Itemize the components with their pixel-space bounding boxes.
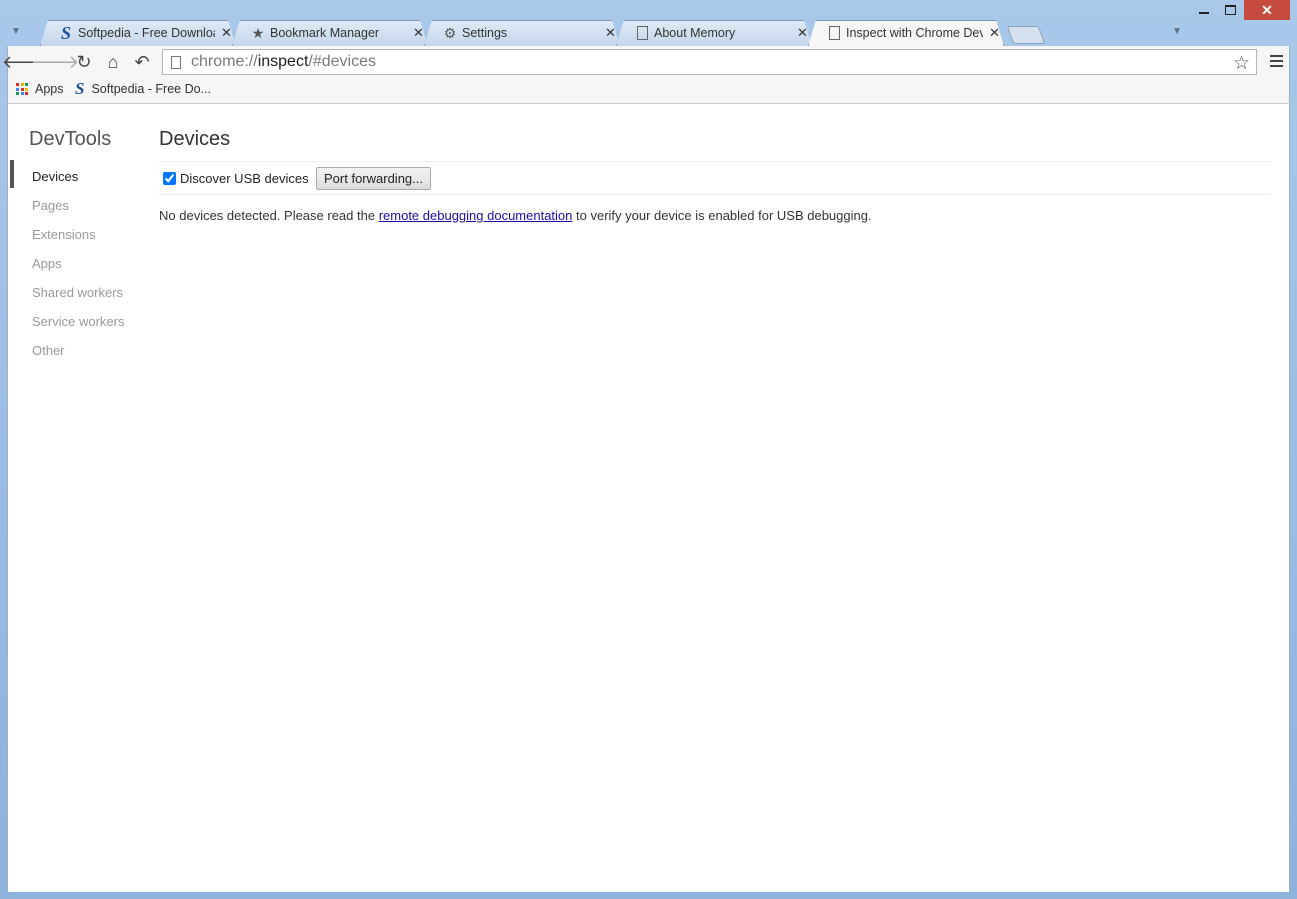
sidebar-item-service-workers[interactable]: Service workers [32, 314, 124, 329]
page-content: DevTools Devices Pages Extensions Apps S… [7, 104, 1290, 892]
softpedia-s-icon: S [75, 79, 85, 98]
tab-strip: ▼ S Softpedia - Free Downloads ✕ ★ Bookm… [7, 20, 1290, 46]
bookmark-star-icon[interactable]: ☆ [1233, 52, 1250, 75]
divider [159, 194, 1270, 195]
tab-close-icon[interactable]: ✕ [605, 25, 616, 41]
bookmark-label: Apps [35, 82, 64, 96]
tab-close-icon[interactable]: ✕ [989, 25, 1000, 41]
tab-softpedia[interactable]: S Softpedia - Free Downloads ✕ [40, 20, 236, 46]
address-bar[interactable]: chrome://inspect/#devices ☆ [162, 49, 1257, 75]
tab-close-icon[interactable]: ✕ [797, 25, 808, 41]
tab-label: About Memory [654, 26, 736, 40]
sidebar-item-apps[interactable]: Apps [32, 256, 62, 271]
star-icon: ★ [251, 24, 265, 41]
tab-inspect[interactable]: Inspect with Chrome Developer Tools ✕ [808, 20, 1004, 46]
home-button[interactable]: ⌂ [102, 51, 124, 73]
page-icon [634, 25, 650, 41]
reload-icon: ↻ [76, 51, 92, 72]
bookmark-softpedia[interactable]: S Softpedia - Free Do... [75, 79, 211, 98]
tab-about-memory[interactable]: About Memory ✕ [616, 20, 812, 46]
tab-label: Inspect with Chrome Developer Tools [846, 26, 983, 40]
minimize-button[interactable] [1190, 0, 1217, 20]
bookmark-apps[interactable]: Apps [16, 82, 64, 96]
tab-label: Bookmark Manager [270, 26, 380, 40]
apps-grid-icon [16, 83, 28, 95]
sidebar-item-other[interactable]: Other [32, 343, 65, 358]
home-icon: ⌂ [107, 51, 119, 72]
url-text: chrome://inspect/#devices [191, 53, 376, 71]
tab-close-icon[interactable]: ✕ [221, 25, 232, 41]
divider [159, 161, 1270, 162]
tab-overflow-chevron-icon[interactable]: ▼ [1172, 26, 1182, 37]
softpedia-s-icon: S [60, 23, 71, 43]
page-icon [826, 25, 842, 41]
gear-icon: ⚙ [443, 24, 457, 41]
undo-button[interactable]: ↶ [131, 51, 153, 73]
discover-usb-checkbox[interactable] [163, 172, 176, 185]
maximize-icon [1225, 5, 1236, 15]
browser-window: ✕ ▼ S Softpedia - Free Downloads ✕ ★ Boo… [0, 0, 1297, 899]
discover-usb-label: Discover USB devices [180, 171, 309, 186]
maximize-button[interactable] [1217, 0, 1244, 20]
undo-icon: ↶ [134, 51, 150, 72]
sidebar-item-shared-workers[interactable]: Shared workers [32, 285, 123, 300]
discover-usb-row[interactable]: Discover USB devices [163, 171, 309, 186]
url-host: inspect [257, 53, 309, 70]
message-text: to verify your device is enabled for USB… [572, 208, 872, 223]
bookmarks-bar: Apps S Softpedia - Free Do... [7, 78, 1290, 104]
forward-button[interactable]: 🡒 [31, 51, 79, 73]
toolbar: 🡐 🡒 ↻ ⌂ ↶ chrome://inspect/#devices ☆ [2, 46, 1290, 78]
sidebar-item-devices[interactable]: Devices [32, 169, 78, 184]
bookmark-label: Softpedia - Free Do... [91, 82, 211, 96]
no-devices-message: No devices detected. Please read the rem… [159, 208, 872, 223]
page-icon [171, 55, 181, 69]
close-window-button[interactable]: ✕ [1244, 0, 1290, 20]
new-tab-button[interactable] [1006, 26, 1046, 44]
tab-close-icon[interactable]: ✕ [413, 25, 424, 41]
sidebar-item-pages[interactable]: Pages [32, 198, 69, 213]
url-scheme: chrome:// [191, 53, 258, 70]
chrome-menu-icon[interactable] [1270, 55, 1283, 70]
message-text: No devices detected. Please read the [159, 208, 379, 223]
sidebar-item-extensions[interactable]: Extensions [32, 227, 96, 242]
tab-label: Settings [462, 26, 508, 40]
close-icon: ✕ [1261, 1, 1273, 18]
tab-list-chevron-icon[interactable]: ▼ [11, 26, 21, 37]
port-forwarding-button[interactable]: Port forwarding... [316, 167, 431, 190]
minimize-icon [1198, 12, 1209, 14]
reload-button[interactable]: ↻ [73, 51, 95, 73]
arrow-right-icon: 🡒 [30, 51, 80, 72]
remote-debugging-link[interactable]: remote debugging documentation [379, 208, 573, 223]
sidebar-title: DevTools [29, 128, 112, 150]
tab-settings[interactable]: ⚙ Settings ✕ [424, 20, 620, 46]
window-controls: ✕ [1190, 0, 1290, 20]
tab-bookmark-manager[interactable]: ★ Bookmark Manager ✕ [232, 20, 428, 46]
selected-indicator [10, 160, 14, 188]
url-path: /#devices [308, 53, 376, 70]
tab-label: Softpedia - Free Downloads [78, 26, 215, 40]
page-title: Devices [159, 128, 231, 150]
